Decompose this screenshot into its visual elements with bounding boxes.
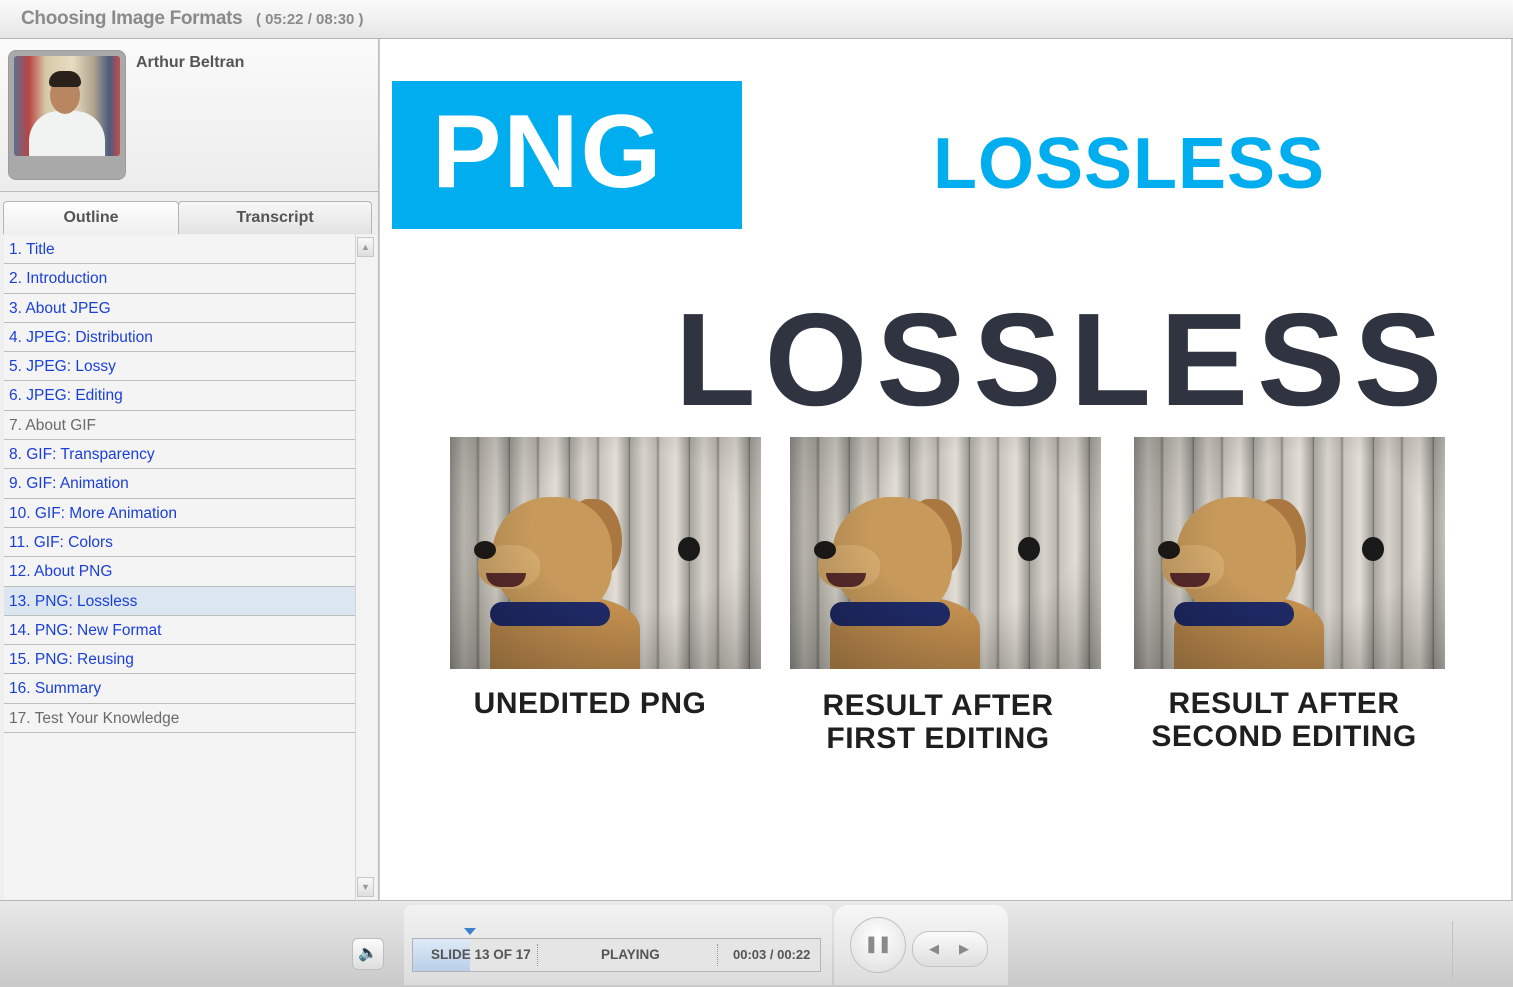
caption-first-edit: RESULT AFTER FIRST EDITING xyxy=(822,689,1054,755)
progress-panel: SLIDE 13 OF 17 PLAYING 00:03 / 00:22 xyxy=(404,905,832,985)
presenter-panel: Arthur Beltran xyxy=(0,39,378,192)
outline-item[interactable]: 17. Test Your Knowledge xyxy=(4,704,355,734)
nav-buttons: ◀ ▶ xyxy=(912,931,988,967)
outline-scrollbar[interactable]: ▲ ▼ xyxy=(355,235,377,899)
tab-transcript[interactable]: Transcript xyxy=(178,201,372,234)
slide-heading: LOSSLESS xyxy=(933,124,1326,204)
outline-item[interactable]: 4. JPEG: Distribution xyxy=(4,323,355,353)
progress-bar[interactable]: SLIDE 13 OF 17 PLAYING 00:03 / 00:22 xyxy=(412,928,821,972)
outline-item[interactable]: 6. JPEG: Editing xyxy=(4,381,355,411)
tab-outline[interactable]: Outline xyxy=(3,201,179,234)
sidebar: Arthur Beltran Outline Transcript 1. Tit… xyxy=(0,39,379,900)
presenter-name: Arthur Beltran xyxy=(136,54,245,71)
slide-canvas: PNG LOSSLESS LOSSLESS UNEDITED PNG RESUL… xyxy=(380,39,1511,900)
title-bar: Choosing Image Formats ( 05:22 / 08:30 ) xyxy=(0,0,1513,39)
playback-controls: ❚❚ ◀ ▶ xyxy=(834,905,1008,985)
player-controls-bar: 🔈 SLIDE 13 OF 17 PLAYING 00:03 / 00:22 ❚… xyxy=(0,900,1513,987)
outline-item[interactable]: 11. GIF: Colors xyxy=(4,528,355,558)
dog-photo-second-edit xyxy=(1134,437,1445,669)
outline-item[interactable]: 9. GIF: Animation xyxy=(4,469,355,499)
presenter-photo xyxy=(14,56,120,156)
presenter-photo-frame xyxy=(8,50,126,180)
scroll-down-icon[interactable]: ▼ xyxy=(357,877,374,897)
scroll-up-icon[interactable]: ▲ xyxy=(357,237,374,257)
slide-time: 00:03 / 00:22 xyxy=(733,947,811,962)
divider xyxy=(1452,921,1453,981)
outline-item[interactable]: 10. GIF: More Animation xyxy=(4,499,355,528)
pause-icon[interactable]: ❚❚ xyxy=(850,917,906,973)
outline-item[interactable]: 13. PNG: Lossless xyxy=(4,586,355,616)
caption-unedited: UNEDITED PNG xyxy=(473,687,707,720)
outline-item[interactable]: 2. Introduction xyxy=(4,264,355,294)
outline-item[interactable]: 14. PNG: New Format xyxy=(4,616,355,646)
outline-item[interactable]: 8. GIF: Transparency xyxy=(4,440,355,470)
caption-second-edit: RESULT AFTER SECOND EDITING xyxy=(1151,687,1417,753)
divider xyxy=(717,944,718,966)
outline-item[interactable]: 5. JPEG: Lossy xyxy=(4,352,355,382)
outline-item[interactable]: 12. About PNG xyxy=(4,557,355,587)
dog-photo-first-edit xyxy=(790,437,1101,669)
course-title: Choosing Image Formats xyxy=(21,8,243,29)
prev-icon[interactable]: ◀ xyxy=(923,938,945,960)
slide-counter: SLIDE 13 OF 17 xyxy=(431,947,531,962)
outline-item[interactable]: 1. Title xyxy=(4,235,355,265)
sidebar-tabs: Outline Transcript xyxy=(0,199,378,235)
png-badge-text: PNG xyxy=(432,94,664,210)
slide-big-heading: LOSSLESS xyxy=(675,286,1452,433)
play-status: PLAYING xyxy=(601,947,660,962)
player-window: Choosing Image Formats ( 05:22 / 08:30 )… xyxy=(0,0,1513,987)
outline-item[interactable]: 16. Summary xyxy=(4,674,355,704)
dog-photo-unedited xyxy=(450,437,761,669)
progress-handle-icon[interactable] xyxy=(464,928,476,935)
volume-icon[interactable]: 🔈 xyxy=(352,938,384,970)
outline-list: 1. Title 2. Introduction 3. About JPEG 4. J… xyxy=(4,235,355,899)
divider xyxy=(537,944,538,966)
outline-item[interactable]: 3. About JPEG xyxy=(4,294,355,323)
next-icon[interactable]: ▶ xyxy=(953,938,975,960)
outline-item[interactable]: 15. PNG: Reusing xyxy=(4,645,355,675)
png-badge: PNG xyxy=(392,81,742,229)
outline-item[interactable]: 7. About GIF xyxy=(4,411,355,441)
course-elapsed-time: ( 05:22 / 08:30 ) xyxy=(256,11,364,28)
